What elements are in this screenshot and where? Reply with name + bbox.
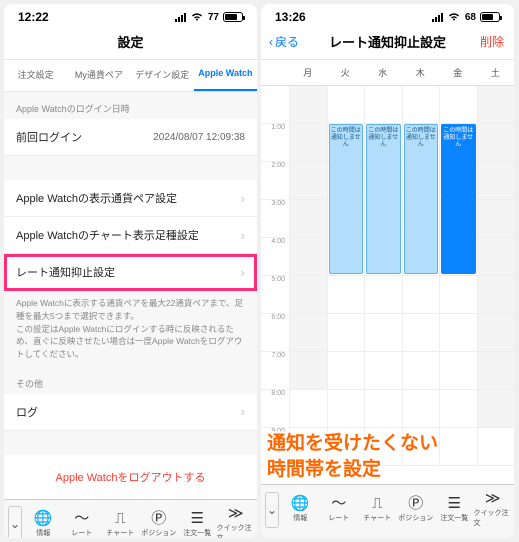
phone-right: 13:26 68 ‹ 戻る レート通知抑止設定 削除 月 火 水 木 金 土 1… xyxy=(261,4,514,538)
section-login-time: Apple Watchのログイン日時 xyxy=(4,92,257,119)
phone-left: 12:22 77 設定 注文設定 My通貨ペア デザイン設定 Apple Wat… xyxy=(4,4,257,538)
nav-rate[interactable]: 〜レート xyxy=(63,511,102,538)
chevron-right-icon: › xyxy=(241,404,245,419)
battery-icon xyxy=(480,12,500,22)
chevron-right-icon: › xyxy=(241,265,245,280)
rate-icon: 〜 xyxy=(331,496,346,511)
row-currency-pair[interactable]: Apple Watchの表示通貨ペア設定 › xyxy=(4,180,257,217)
nav-quick[interactable]: ≫クイック注文 xyxy=(474,491,513,528)
nav-rate[interactable]: 〜レート xyxy=(320,496,359,523)
logout-button[interactable]: Apple Watchをログアウトする xyxy=(4,455,257,499)
status-right: 68 xyxy=(432,12,500,23)
day-wed: 水 xyxy=(364,60,402,85)
chevron-right-icon: › xyxy=(241,228,245,243)
status-time: 13:26 xyxy=(275,10,306,24)
nav-quick[interactable]: ≫クイック注文 xyxy=(217,506,256,538)
bottom-nav: ⌄ 🌐情報 〜レート ⎍チャート Ⓟポジション ☰注文一覧 ≫クイック注文 xyxy=(4,499,257,538)
position-icon: Ⓟ xyxy=(151,511,166,526)
nav-orders[interactable]: ☰注文一覧 xyxy=(435,496,474,523)
wifi-icon xyxy=(190,12,204,22)
help-text: Apple Watchに表示する通貨ペアを最大22通貨ペアまで、足種を最大5つま… xyxy=(4,291,257,367)
nav-chart[interactable]: ⎍チャート xyxy=(358,496,397,523)
calendar-cells[interactable]: この時間は通知しません この時間は通知しません この時間は通知しません この時間… xyxy=(289,86,514,484)
day-tue: 火 xyxy=(327,60,365,85)
delete-button[interactable]: 削除 xyxy=(480,33,504,50)
back-button[interactable]: ‹ 戻る xyxy=(269,33,299,50)
page-title: レート通知抑止設定 xyxy=(329,32,446,51)
nav-info[interactable]: 🌐情報 xyxy=(281,496,320,523)
battery-icon xyxy=(223,12,243,22)
nav-collapse[interactable]: ⌄ xyxy=(8,506,22,538)
tab-order[interactable]: 注文設定 xyxy=(4,60,67,91)
battery-percent: 68 xyxy=(465,12,476,23)
chevron-right-icon: › xyxy=(241,191,245,206)
row-chart-setting[interactable]: Apple Watchのチャート表示足種設定 › xyxy=(4,217,257,254)
status-time: 12:22 xyxy=(18,10,49,24)
nav-position[interactable]: Ⓟポジション xyxy=(397,496,436,523)
list-icon: ☰ xyxy=(448,496,461,511)
list-icon: ☰ xyxy=(191,511,204,526)
tabs: 注文設定 My通貨ペア デザイン設定 Apple Watch xyxy=(4,60,257,92)
row-rate-notification[interactable]: レート通知抑止設定 › xyxy=(4,254,257,291)
annotation-overlay: 通知を受けたくない 時間帯を設定 xyxy=(267,431,508,484)
chart-icon: ⎍ xyxy=(372,496,383,511)
day-sat: 土 xyxy=(477,60,515,85)
calendar-grid[interactable]: 1:00 2:00 3:00 4:00 5:00 6:00 7:00 8:00 … xyxy=(261,86,514,484)
status-bar: 12:22 77 xyxy=(4,4,257,26)
wifi-icon xyxy=(447,12,461,22)
header: 設定 xyxy=(4,26,257,60)
nav-chart[interactable]: ⎍チャート xyxy=(101,511,140,538)
status-bar: 13:26 68 xyxy=(261,4,514,26)
tab-design[interactable]: デザイン設定 xyxy=(131,60,194,91)
calendar-day-headers: 月 火 水 木 金 土 xyxy=(261,60,514,86)
chart-icon: ⎍ xyxy=(115,511,126,526)
section-spacer xyxy=(4,156,257,180)
value-last-login: 2024/08/07 12:09:38 xyxy=(153,132,245,143)
nav-orders[interactable]: ☰注文一覧 xyxy=(178,511,217,538)
section-other: その他 xyxy=(4,367,257,394)
tab-mypair[interactable]: My通貨ペア xyxy=(67,60,130,91)
day-mon: 月 xyxy=(289,60,327,85)
section-spacer2 xyxy=(4,431,257,455)
row-last-login: 前回ログイン 2024/08/07 12:09:38 xyxy=(4,119,257,156)
quick-icon: ≫ xyxy=(485,491,501,506)
nav-info[interactable]: 🌐情報 xyxy=(24,511,63,538)
battery-percent: 77 xyxy=(208,12,219,23)
time-labels: 1:00 2:00 3:00 4:00 5:00 6:00 7:00 8:00 … xyxy=(261,86,289,484)
globe-icon: 🌐 xyxy=(291,496,310,511)
signal-icon xyxy=(432,13,443,22)
row-log[interactable]: ログ › xyxy=(4,394,257,431)
quick-icon: ≫ xyxy=(228,506,244,521)
day-fri: 金 xyxy=(439,60,477,85)
tab-applewatch[interactable]: Apple Watch xyxy=(194,60,257,91)
header: ‹ 戻る レート通知抑止設定 削除 xyxy=(261,26,514,60)
label-last-login: 前回ログイン xyxy=(16,129,82,145)
nav-collapse[interactable]: ⌄ xyxy=(265,492,279,528)
position-icon: Ⓟ xyxy=(408,496,423,511)
bottom-nav: ⌄ 🌐情報 〜レート ⎍チャート Ⓟポジション ☰注文一覧 ≫クイック注文 xyxy=(261,484,514,538)
nav-position[interactable]: Ⓟポジション xyxy=(140,511,179,538)
page-title: 設定 xyxy=(117,32,143,51)
status-right: 77 xyxy=(175,12,243,23)
signal-icon xyxy=(175,13,186,22)
chevron-left-icon: ‹ xyxy=(269,35,273,49)
globe-icon: 🌐 xyxy=(34,511,53,526)
rate-icon: 〜 xyxy=(74,511,89,526)
day-thu: 木 xyxy=(402,60,440,85)
